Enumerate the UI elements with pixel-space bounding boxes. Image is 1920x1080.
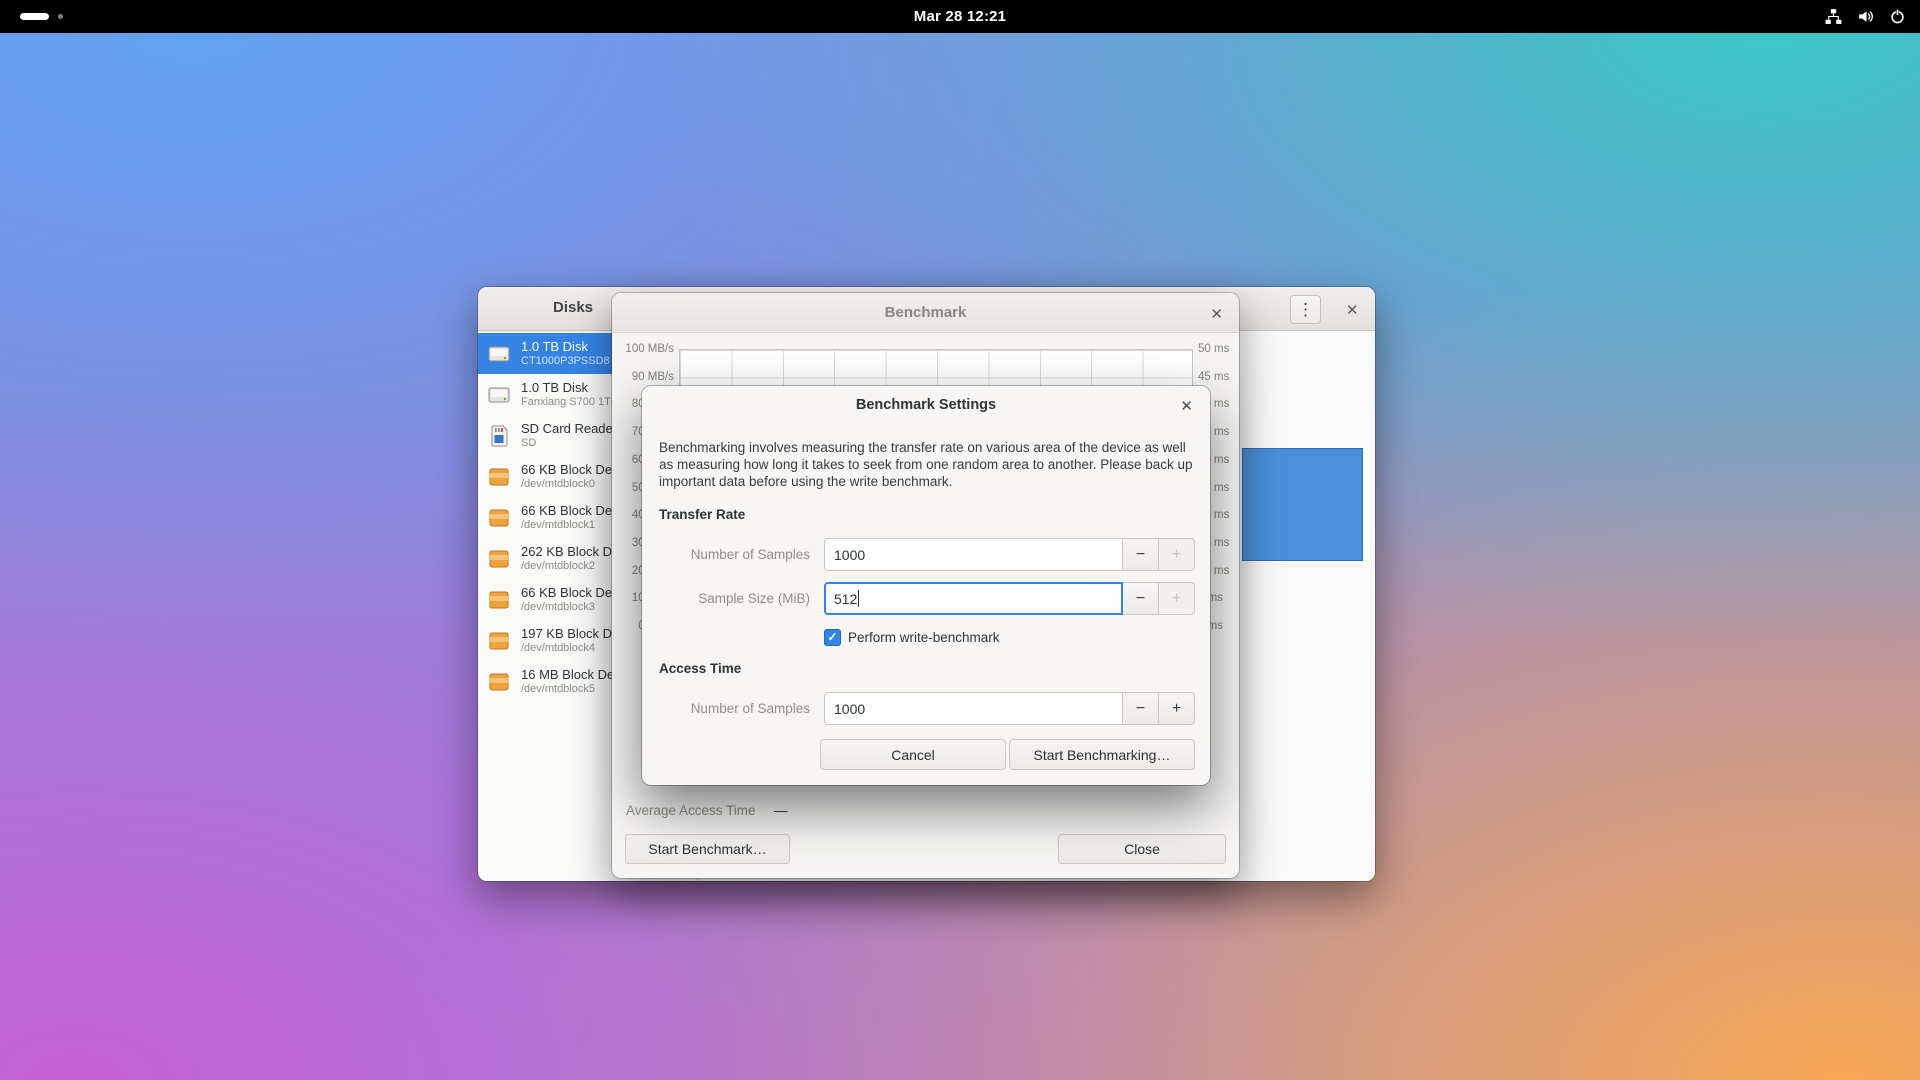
access-samples-label: Number of Samples xyxy=(642,692,810,725)
text-cursor xyxy=(858,590,859,607)
drive-icon xyxy=(486,341,512,367)
benchmark-close-button[interactable]: ✕ xyxy=(1206,303,1227,326)
disk-title: 1.0 TB Disk xyxy=(521,340,610,355)
start-benchmark-button[interactable]: Start Benchmark… xyxy=(625,834,790,864)
disks-window-title: Disks xyxy=(553,299,593,316)
average-access-time-value: — xyxy=(774,803,788,818)
sample-size-input[interactable]: 512 xyxy=(824,582,1123,615)
average-access-time-label: Average Access Time xyxy=(626,803,756,818)
start-benchmarking-button[interactable]: Start Benchmarking… xyxy=(1009,739,1195,770)
transfer-rate-heading: Transfer Rate xyxy=(659,507,745,522)
axis-label: 100 MB/s xyxy=(625,343,674,355)
cancel-button[interactable]: Cancel xyxy=(820,739,1006,770)
system-tray[interactable] xyxy=(1825,0,1906,33)
access-samples-row: Number of Samples 1000 − + xyxy=(642,692,1210,725)
disks-close-button[interactable]: ✕ xyxy=(1342,299,1363,322)
number-of-samples-label: Number of Samples xyxy=(642,538,810,571)
volume-segment[interactable] xyxy=(1242,448,1363,561)
network-icon xyxy=(1825,8,1842,25)
settings-close-button[interactable]: ✕ xyxy=(1176,395,1197,418)
settings-headerbar[interactable]: Benchmark Settings ✕ xyxy=(642,386,1210,424)
clock[interactable]: Mar 28 12:21 xyxy=(0,8,1920,25)
sample-size-label: Sample Size (MiB) xyxy=(642,582,810,615)
access-samples-increment-button[interactable]: + xyxy=(1159,692,1195,725)
disk-title: SD Card Reader xyxy=(521,422,617,437)
disk-subtitle: SD xyxy=(521,437,617,450)
menu-button[interactable]: ⋮ xyxy=(1290,295,1321,324)
benchmark-dialog-close-button[interactable]: Close xyxy=(1058,834,1226,864)
desktop: Mar 28 12:21 Disks ⋮ ✕ 1.0 TB DiskCT1000 xyxy=(0,0,1920,1080)
sd-card-icon xyxy=(486,423,512,449)
chip-icon xyxy=(486,669,512,695)
sample-size-row: Sample Size (MiB) 512 − + xyxy=(642,582,1210,615)
samples-increment-button: + xyxy=(1159,538,1195,571)
access-samples-input[interactable]: 1000 xyxy=(824,692,1123,725)
sample-size-increment-button: + xyxy=(1159,582,1195,615)
disk-title: 1.0 TB Disk xyxy=(521,381,618,396)
benchmark-headerbar[interactable]: Benchmark ✕ xyxy=(612,293,1239,333)
chip-icon xyxy=(486,628,512,654)
settings-description: Benchmarking involves measuring the tran… xyxy=(659,439,1201,491)
write-benchmark-label: Perform write-benchmark xyxy=(848,630,1000,645)
chip-icon xyxy=(486,505,512,531)
top-bar: Mar 28 12:21 xyxy=(0,0,1920,33)
settings-dialog-title: Benchmark Settings xyxy=(642,397,1210,413)
power-icon xyxy=(1889,8,1906,25)
transfer-samples-row: Number of Samples 1000 − + xyxy=(642,538,1210,571)
sample-size-decrement-button[interactable]: − xyxy=(1123,582,1159,615)
axis-label: 90 MB/s xyxy=(632,371,674,383)
write-benchmark-checkbox[interactable]: ✓ xyxy=(824,629,841,646)
disk-subtitle: CT1000P3PSSD8 xyxy=(521,355,610,368)
drive-icon xyxy=(486,382,512,408)
number-of-samples-input[interactable]: 1000 xyxy=(824,538,1123,571)
write-benchmark-row[interactable]: ✓ Perform write-benchmark xyxy=(824,628,1000,646)
volume-icon xyxy=(1857,8,1874,25)
samples-decrement-button[interactable]: − xyxy=(1123,538,1159,571)
chip-icon xyxy=(486,587,512,613)
average-access-time-row: Average Access Time — xyxy=(626,803,756,818)
axis-label: 50 ms xyxy=(1198,343,1229,355)
disk-subtitle: Fanxiang S700 1TB xyxy=(521,396,618,409)
axis-label: 45 ms xyxy=(1198,371,1229,383)
benchmark-settings-dialog: Benchmark Settings ✕ Benchmarking involv… xyxy=(642,386,1210,785)
benchmark-window-title: Benchmark xyxy=(612,304,1239,321)
access-samples-decrement-button[interactable]: − xyxy=(1123,692,1159,725)
chip-icon xyxy=(486,546,512,572)
access-time-heading: Access Time xyxy=(659,661,741,676)
chip-icon xyxy=(486,464,512,490)
